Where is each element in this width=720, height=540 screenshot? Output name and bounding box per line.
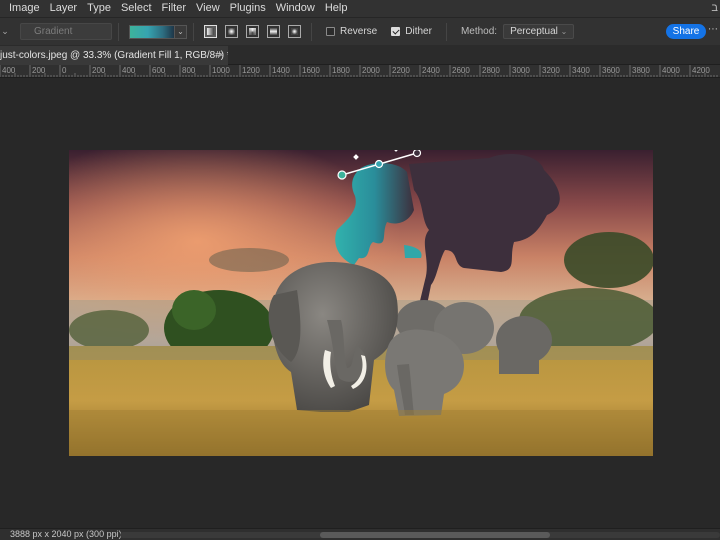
method-label: Method: [460, 26, 498, 37]
radial-gradient-icon[interactable] [225, 25, 238, 38]
menu-view[interactable]: View [191, 0, 225, 17]
reverse-label: Reverse [340, 26, 378, 37]
ruler-tick-label: 2800 [482, 66, 500, 75]
chevron-down-icon: ⌄ [560, 27, 568, 36]
ruler-tick-label: 3000 [512, 66, 530, 75]
horizontal-ruler: 400 200 0 200 400 600 800 1000 1200 1400 1600 1800 2… [0, 65, 720, 78]
horizontal-scrollbar[interactable] [120, 532, 720, 538]
document-info[interactable]: 3888 px x 2040 px (300 ppi) [10, 529, 122, 540]
divider [193, 22, 194, 41]
ruler-tick-label: 2000 [362, 66, 380, 75]
ruler-tick-label: 400 [2, 66, 16, 75]
scrollbar-thumb[interactable] [320, 532, 550, 538]
document-tab[interactable]: just-colors.jpeg @ 33.3% (Gradient Fill … [0, 46, 228, 65]
diamond-gradient-icon[interactable] [288, 25, 301, 38]
method-value: Perceptual [510, 26, 558, 37]
divider [311, 22, 312, 41]
menu-filter[interactable]: Filter [157, 0, 191, 17]
document-tab-bar: just-colors.jpeg @ 33.3% (Gradient Fill … [0, 45, 720, 65]
ruler-tick-label: 3800 [632, 66, 650, 75]
ruler-tick-label: 3200 [542, 66, 560, 75]
gradient-preset-field[interactable]: Gradient [20, 23, 112, 40]
ruler-tick-label: 1600 [302, 66, 320, 75]
linear-gradient-icon[interactable] [204, 25, 217, 38]
ruler-tick-label: 2400 [422, 66, 440, 75]
ruler-tick-label: 1800 [332, 66, 350, 75]
document-tab-title: just-colors.jpeg @ 33.3% (Gradient Fill … [0, 50, 228, 61]
ruler-tick-label: 3400 [572, 66, 590, 75]
method-select[interactable]: Perceptual ⌄ [503, 24, 575, 39]
divider [118, 22, 119, 41]
menu-type[interactable]: Type [82, 0, 116, 17]
angle-gradient-icon[interactable] [246, 25, 259, 38]
ruler-tick-label: 3600 [602, 66, 620, 75]
ruler-tick-label: 800 [182, 66, 196, 75]
ruler-tick-label: 2600 [452, 66, 470, 75]
gradient-end-handle[interactable] [412, 150, 422, 158]
document-canvas-image[interactable] [69, 150, 653, 456]
more-icon[interactable]: ⋯ [708, 24, 718, 35]
ruler-tick-label: 1000 [212, 66, 230, 75]
close-icon[interactable]: × [218, 46, 224, 65]
tool-preset-chevron-icon[interactable]: ⌄ [0, 26, 10, 37]
gradient-picker-chevron-icon[interactable]: ⌄ [175, 24, 187, 39]
options-bar: ⌄ Gradient ⌄ Reverse Dither Method: Perc… [0, 17, 720, 45]
reflected-gradient-icon[interactable] [267, 25, 280, 38]
ruler-tick-label: 600 [152, 66, 166, 75]
window-controls-icon[interactable]: ב [711, 0, 718, 17]
ruler-tick-label: 4200 [692, 66, 710, 75]
ruler-tick-label: 200 [92, 66, 106, 75]
ruler-tick-label: 4000 [662, 66, 680, 75]
elephant-photo [69, 150, 653, 456]
menu-bar: Image Layer Type Select Filter View Plug… [0, 0, 720, 17]
ruler-tick-label: 200 [32, 66, 46, 75]
gradient-midpoint-handle[interactable] [374, 159, 384, 169]
gradient-start-handle[interactable] [337, 170, 347, 180]
ruler-tick-label: 2200 [392, 66, 410, 75]
menu-layer[interactable]: Layer [45, 0, 83, 17]
dither-checkbox[interactable] [391, 27, 401, 36]
menu-help[interactable]: Help [320, 0, 353, 17]
ruler-tick-label: 400 [122, 66, 136, 75]
ruler-tick-label: 0 [62, 66, 67, 75]
status-bar: 3888 px x 2040 px (300 ppi) [0, 528, 720, 540]
share-button[interactable]: Share [666, 24, 706, 39]
ruler-tick-label: 1400 [272, 66, 290, 75]
menu-window[interactable]: Window [271, 0, 320, 17]
menu-image[interactable]: Image [4, 0, 45, 17]
menu-select[interactable]: Select [116, 0, 157, 17]
menu-plugins[interactable]: Plugins [225, 0, 271, 17]
gradient-swatch[interactable] [129, 24, 175, 39]
ruler-tick-label: 1200 [242, 66, 260, 75]
divider [445, 22, 447, 41]
reverse-checkbox[interactable] [326, 27, 335, 36]
dither-label: Dither [405, 26, 432, 37]
